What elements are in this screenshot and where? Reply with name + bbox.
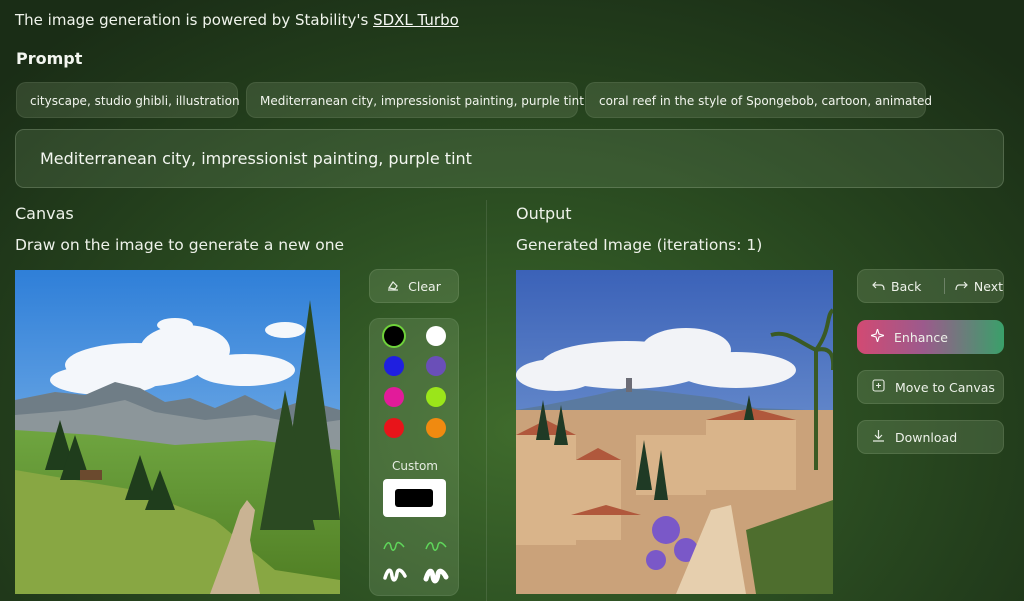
- undo-arrow-icon: [872, 279, 885, 294]
- clear-label: Clear: [408, 278, 441, 294]
- sparkle-icon: [869, 327, 886, 345]
- powered-by-text: The image generation is powered by Stabi…: [15, 11, 459, 29]
- download-button[interactable]: Download: [857, 420, 1004, 454]
- back-label: Back: [891, 278, 922, 294]
- history-nav-group: Back Next: [857, 269, 1004, 303]
- custom-color-preview: [395, 489, 433, 507]
- add-box-icon: [872, 379, 885, 395]
- mountain-landscape-image: [15, 270, 340, 594]
- custom-color-picker[interactable]: [383, 479, 446, 517]
- redo-arrow-icon: [955, 279, 968, 294]
- canvas-heading: Canvas: [15, 204, 74, 223]
- sdxl-turbo-link[interactable]: SDXL Turbo: [373, 11, 459, 29]
- color-swatch-purple[interactable]: [426, 356, 446, 376]
- prompt-suggestion-chip[interactable]: Mediterranean city, impressionist painti…: [246, 82, 584, 118]
- output-subtitle: Generated Image (iterations: 1): [516, 236, 763, 254]
- brush-thick-icon[interactable]: [383, 566, 407, 588]
- move-to-canvas-button[interactable]: Move to Canvas: [857, 370, 1004, 404]
- color-palette: Custom: [369, 318, 459, 596]
- next-label: Next: [973, 278, 1003, 294]
- color-swatch-lime[interactable]: [426, 387, 446, 407]
- prompt-heading: Prompt: [16, 49, 83, 68]
- download-label: Download: [895, 429, 958, 445]
- drawing-canvas[interactable]: [15, 270, 340, 594]
- prompt-suggestion-chip[interactable]: coral reef in the style of Spongebob, ca…: [585, 82, 932, 118]
- output-heading: Output: [516, 204, 572, 223]
- prompt-input[interactable]: Mediterranean city, impressionist painti…: [15, 129, 1004, 188]
- brush-thin-icon[interactable]: [383, 538, 405, 557]
- download-icon: [872, 429, 885, 445]
- color-swatch-blue[interactable]: [384, 356, 404, 376]
- move-to-canvas-label: Move to Canvas: [895, 379, 995, 395]
- custom-color-label: Custom: [392, 459, 438, 473]
- color-swatch-orange[interactable]: [426, 418, 446, 438]
- section-divider: [486, 200, 487, 601]
- powered-by-label: The image generation is powered by Stabi…: [15, 11, 374, 29]
- prompt-suggestion-chip[interactable]: cityscape, studio ghibli, illustration: [16, 82, 240, 118]
- color-swatch-black[interactable]: [384, 326, 404, 346]
- back-button[interactable]: Back: [858, 279, 944, 294]
- color-swatch-white[interactable]: [426, 326, 446, 346]
- color-swatch-magenta[interactable]: [384, 387, 404, 407]
- brush-thin-active-icon[interactable]: [425, 538, 447, 557]
- generated-image: [516, 270, 833, 594]
- mediterranean-city-image: [516, 270, 833, 594]
- canvas-subtitle: Draw on the image to generate a new one: [15, 236, 345, 254]
- brush-thickest-icon[interactable]: [423, 566, 449, 590]
- next-button[interactable]: Next: [945, 279, 1003, 294]
- color-swatch-red[interactable]: [384, 418, 404, 438]
- enhance-label: Enhance: [894, 329, 948, 345]
- enhance-button[interactable]: Enhance: [857, 320, 1004, 354]
- eraser-icon: [387, 279, 399, 294]
- clear-button[interactable]: Clear: [369, 269, 459, 303]
